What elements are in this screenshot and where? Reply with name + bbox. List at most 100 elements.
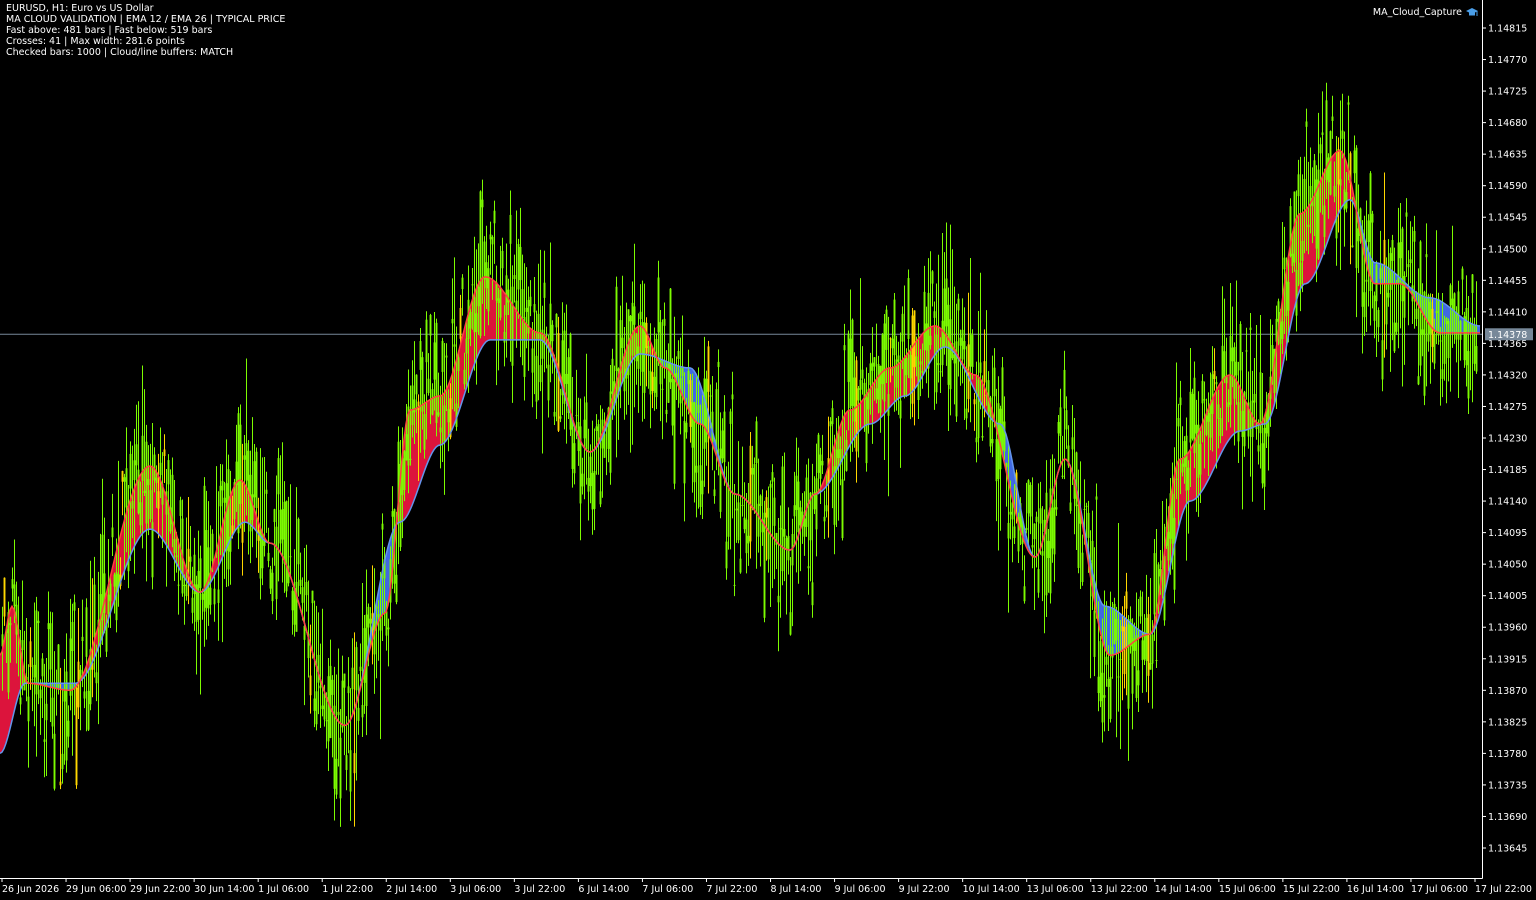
candle-body-321 [643, 322, 646, 393]
candle-body-78 [157, 491, 160, 509]
candle-body-379 [759, 495, 762, 507]
candle-body-13 [27, 696, 30, 722]
candle-body-173 [347, 686, 350, 694]
candle-body-102 [205, 530, 208, 608]
candle-body-152 [305, 581, 308, 596]
candle-body-316 [633, 306, 636, 325]
candle-body-710 [1421, 329, 1424, 335]
candle-body-168 [337, 711, 340, 716]
candle-body-144 [289, 556, 292, 558]
candle-body-408 [817, 434, 820, 473]
candle-body-459 [919, 361, 922, 365]
candle-body-326 [653, 376, 656, 393]
x-tick-label-5: 1 Jul 22:00 [322, 884, 373, 895]
graduation-cap-icon[interactable] [1466, 7, 1478, 18]
candle-body-87 [175, 555, 178, 558]
candle-body-462 [925, 323, 928, 351]
candle-body-415 [831, 408, 834, 425]
candle-body-6 [13, 584, 16, 607]
candle-body-676 [1353, 150, 1356, 174]
candle-body-714 [1429, 301, 1432, 334]
candle-body-318 [637, 346, 640, 369]
candle-body-511 [1023, 586, 1026, 602]
candle-body-365 [731, 394, 734, 400]
candle-body-465 [931, 271, 934, 284]
candle-body-620 [1241, 410, 1244, 437]
candle-body-388 [777, 595, 780, 603]
candle-body-98 [197, 570, 200, 620]
x-tick-label-8: 3 Jul 22:00 [514, 884, 565, 895]
candle-body-565 [1131, 623, 1134, 694]
candle-body-216 [433, 342, 436, 380]
candle-body-305 [611, 358, 614, 394]
candle-body-421 [843, 345, 846, 351]
candle-body-697 [1395, 322, 1398, 332]
candle-body-40 [81, 636, 84, 642]
candle-body-330 [661, 388, 664, 390]
candle-body-174 [349, 750, 352, 792]
y-tick-label-13: 1.14230 [1488, 434, 1527, 445]
candle-body-99 [199, 558, 202, 588]
candle-body-29 [59, 781, 62, 786]
candle-body-192 [385, 611, 388, 636]
candle-body-277 [555, 313, 558, 328]
x-tick-label-20: 15 Jul 22:00 [1283, 884, 1340, 895]
candle-body-553 [1107, 678, 1110, 687]
candle-body-653 [1307, 224, 1310, 228]
candle-body-251 [503, 331, 506, 343]
candle-body-345 [691, 402, 694, 448]
candle-body-569 [1139, 596, 1142, 617]
candle-body-286 [573, 443, 576, 474]
candle-body-234 [469, 311, 472, 329]
candle-body-474 [949, 319, 952, 390]
x-tick-label-16: 13 Jul 06:00 [1027, 884, 1084, 895]
y-tick-label-20: 1.13915 [1488, 654, 1527, 665]
x-tick-label-22: 17 Jul 06:00 [1411, 884, 1468, 895]
candle-body-626 [1253, 393, 1256, 403]
candle-body-127 [255, 451, 258, 508]
candle-body-232 [465, 338, 468, 354]
candle-body-310 [621, 337, 624, 349]
candle-body-242 [485, 262, 488, 289]
candle-body-268 [537, 313, 540, 339]
candle-body-363 [727, 484, 730, 537]
candle-body-66 [133, 460, 136, 481]
candle-body-362 [725, 541, 728, 569]
candle-body-628 [1257, 445, 1260, 452]
candle-body-213 [427, 378, 430, 394]
candle-body-538 [1077, 504, 1080, 568]
candle-body-476 [953, 354, 956, 364]
candle-body-342 [685, 422, 688, 433]
candle-body-215 [431, 389, 434, 415]
expert-advisor-badge[interactable]: MA_Cloud_Capture [1373, 7, 1478, 18]
candle-body-204 [409, 458, 412, 460]
candle-body-175 [351, 667, 354, 690]
candle-body-353 [707, 346, 710, 392]
candle-body-226 [453, 344, 456, 347]
candle-body-473 [947, 304, 950, 385]
candle-body-554 [1109, 676, 1112, 719]
candle-body-291 [583, 419, 586, 439]
candle-body-197 [395, 574, 398, 603]
candle-body-350 [701, 480, 704, 495]
candle-body-364 [729, 411, 732, 424]
candle-body-28 [57, 644, 60, 688]
y-tick-label-25: 1.13690 [1488, 812, 1527, 823]
candle-body-664 [1329, 131, 1332, 195]
candle-body-382 [765, 497, 768, 518]
candle-body-619 [1239, 324, 1242, 371]
candle-body-736 [1473, 325, 1476, 364]
candle-body-528 [1057, 421, 1060, 434]
candle-body-9 [19, 697, 22, 705]
candle-body-696 [1393, 322, 1396, 352]
candle-body-480 [961, 329, 964, 360]
candle-body-574 [1149, 662, 1152, 670]
candle-body-425 [851, 319, 854, 406]
candle-body-259 [519, 246, 522, 281]
candle-body-378 [757, 503, 760, 537]
candle-body-349 [699, 465, 702, 507]
candle-body-656 [1313, 160, 1316, 196]
candle-body-341 [683, 420, 686, 484]
candle-body-19 [39, 689, 42, 699]
price-chart[interactable]: 1.14815 1.14770 1.14725 1.14680 1.14635 1.145… [0, 0, 1536, 900]
